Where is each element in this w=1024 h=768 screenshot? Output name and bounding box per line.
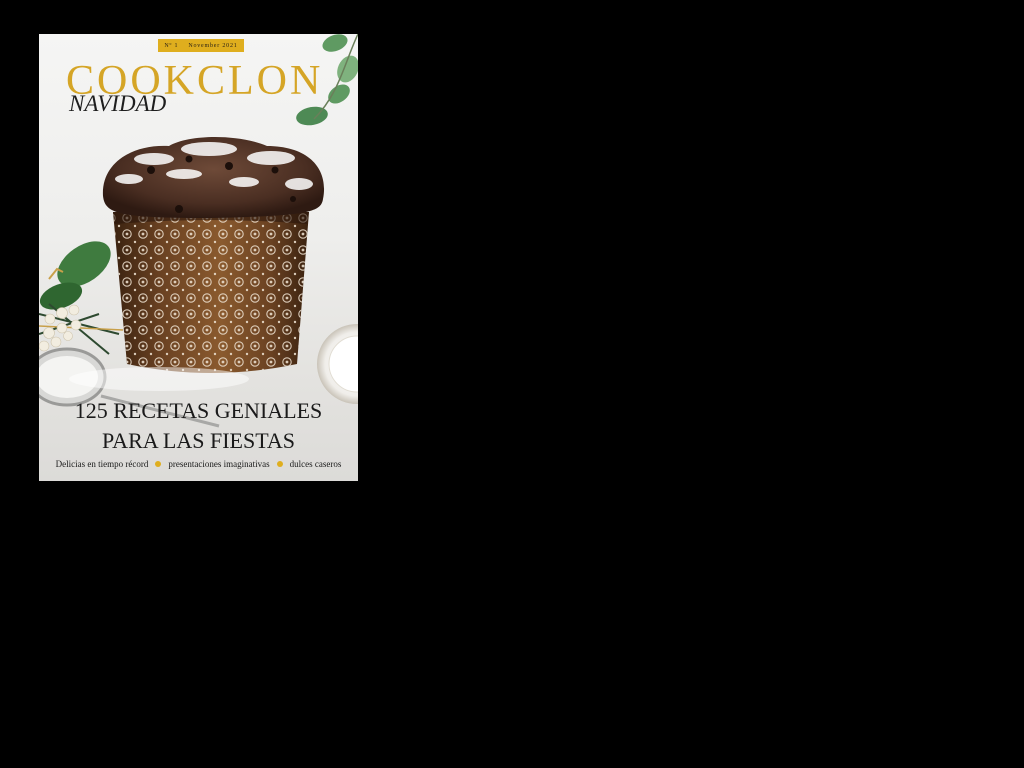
white-plate	[317, 324, 358, 404]
headline-line-2: PARA LAS FIESTAS	[101, 428, 296, 453]
tagline-2: presentaciones imaginativas	[168, 459, 270, 469]
berries	[39, 304, 82, 352]
taglines: Delicias en tiempo récord presentaciones…	[39, 459, 358, 469]
issue-date: November 2021	[188, 42, 238, 49]
cover-headline: 125 RECETAS GENIALES PARA LAS FIESTAS	[39, 396, 358, 456]
headline-line-1: 125 RECETAS GENIALES	[74, 398, 323, 423]
tagline-1: Delicias en tiempo récord	[55, 459, 149, 469]
panettone	[102, 137, 325, 373]
issue-badge: Nº 1 November 2021	[158, 39, 244, 52]
bullet-dot-icon	[155, 461, 162, 467]
issue-number: Nº 1	[164, 42, 179, 49]
tagline-3: dulces caseros	[289, 459, 342, 469]
bullet-dot-icon	[276, 461, 283, 467]
magazine-cover: Nº 1 November 2021 COOKCLON NAVIDAD 125 …	[39, 34, 358, 481]
edition-title: NAVIDAD	[69, 91, 167, 116]
